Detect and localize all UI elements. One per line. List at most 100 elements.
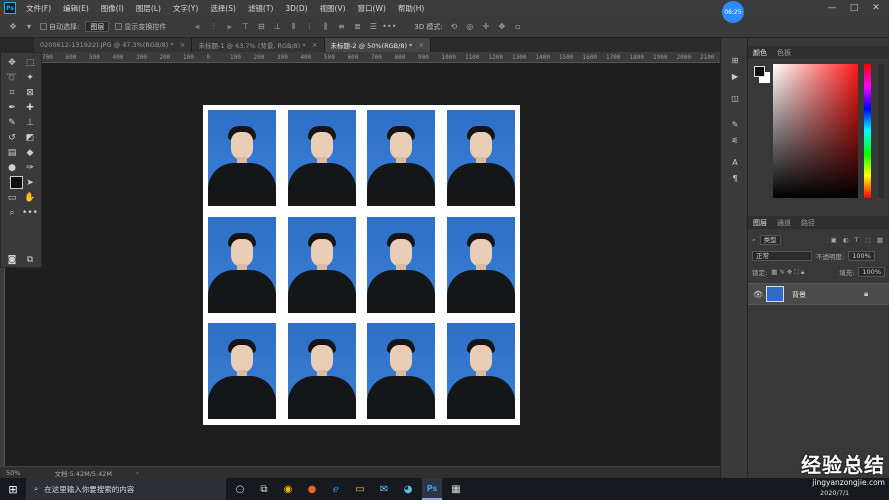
tab-color[interactable]: 颜色: [753, 48, 767, 58]
align-center-icon[interactable]: ⫶: [208, 22, 218, 32]
blur-icon[interactable]: ◆: [23, 146, 37, 160]
menu-window[interactable]: 窗口(W): [352, 3, 392, 14]
tab-untitled-1[interactable]: 未标题-1 @ 63.7% (背景, RGB/8) * ×: [192, 38, 325, 52]
close-icon[interactable]: ×: [418, 41, 424, 49]
menu-view[interactable]: 视图(V): [314, 3, 352, 14]
more-icon[interactable]: •••: [22, 206, 38, 220]
tab-document-jpg[interactable]: 0200612-131922).JPG @ 47.3%(RGB/8) * ×: [34, 38, 193, 52]
zoom-icon[interactable]: ⌕: [5, 206, 19, 220]
tab-layers[interactable]: 图层: [753, 218, 767, 228]
character-icon[interactable]: A: [729, 156, 741, 168]
marquee-icon[interactable]: ⬚: [23, 56, 37, 70]
photoshop-taskbar-icon[interactable]: Ps: [422, 478, 442, 500]
history-brush-icon[interactable]: ↺: [5, 131, 19, 145]
chevron-right-icon[interactable]: ›: [136, 469, 139, 477]
healing-icon[interactable]: ✚: [23, 101, 37, 115]
maximize-button[interactable]: □: [844, 0, 864, 16]
stamp-icon[interactable]: ⊥: [23, 116, 37, 130]
distribute-left-icon[interactable]: ⦀: [288, 22, 298, 32]
windows-start-icon[interactable]: ⊞: [0, 478, 26, 500]
menu-edit[interactable]: 编辑(E): [57, 3, 95, 14]
minimize-button[interactable]: —: [822, 0, 842, 16]
rectangle-icon[interactable]: ▭: [5, 191, 19, 205]
3d-scale-icon[interactable]: ▫: [513, 22, 523, 32]
auto-select-checkbox[interactable]: 自动选择:: [40, 22, 79, 32]
menu-3d[interactable]: 3D(D): [279, 4, 313, 13]
tab-swatches[interactable]: 色板: [777, 48, 791, 58]
panel-scrollbar[interactable]: [878, 64, 884, 198]
tab-paths[interactable]: 路径: [801, 218, 815, 228]
hand-icon[interactable]: ✋: [23, 191, 37, 205]
align-left-icon[interactable]: ⫷: [192, 22, 202, 32]
close-icon[interactable]: ×: [312, 41, 318, 49]
mail-icon[interactable]: ✉: [374, 478, 394, 500]
3d-pan-icon[interactable]: ✛: [481, 22, 491, 32]
distribute-top-icon[interactable]: ≡: [336, 22, 346, 32]
layer-filter-dropdown[interactable]: 类型: [759, 235, 781, 245]
align-bottom-icon[interactable]: ⊥: [272, 22, 282, 32]
align-right-icon[interactable]: ⫸: [224, 22, 234, 32]
properties-icon[interactable]: ⚟: [729, 134, 741, 146]
brush-icon[interactable]: ✎: [5, 116, 19, 130]
menu-type[interactable]: 文字(Y): [167, 3, 204, 14]
menu-file[interactable]: 文件(F): [20, 3, 57, 14]
distribute-middle-icon[interactable]: ≣: [352, 22, 362, 32]
lock-icons[interactable]: ▦ ✎ ✥ ⛶ 🔒︎: [771, 268, 804, 277]
menu-layer[interactable]: 图层(L): [130, 3, 167, 14]
opacity-field[interactable]: 100%: [848, 251, 875, 261]
gradient-icon[interactable]: ▤: [5, 146, 19, 160]
pen-icon[interactable]: ✑: [23, 161, 37, 175]
show-transform-checkbox[interactable]: 显示变换控件: [115, 22, 166, 32]
move-icon[interactable]: ✥: [5, 56, 19, 70]
task-view-icon[interactable]: ⧉: [254, 478, 274, 500]
paragraph-icon[interactable]: ¶: [729, 172, 741, 184]
lasso-icon[interactable]: ➰: [5, 71, 19, 85]
taskbar-search-box[interactable]: ⌕ 在这里输入你要搜索的内容: [26, 478, 226, 500]
browser-icon[interactable]: ●: [302, 478, 322, 500]
color-picker-field[interactable]: [773, 64, 858, 198]
menu-filter[interactable]: 滤镜(T): [242, 3, 279, 14]
menu-help[interactable]: 帮助(H): [392, 3, 431, 14]
cortana-icon[interactable]: ○: [230, 478, 250, 500]
color-panel-foreground[interactable]: [754, 66, 765, 77]
blend-mode-dropdown[interactable]: 正常: [752, 251, 812, 261]
fill-field[interactable]: 100%: [858, 267, 885, 277]
tab-channels[interactable]: 通道: [777, 218, 791, 228]
align-top-icon[interactable]: ⊤: [240, 22, 250, 32]
3d-slide-icon[interactable]: ✥: [497, 22, 507, 32]
crop-icon[interactable]: ⌗: [5, 86, 19, 100]
quick-mask-icon[interactable]: ◙: [5, 253, 19, 267]
distribute-center-icon[interactable]: ⦙: [304, 22, 314, 32]
document-canvas[interactable]: [203, 105, 520, 425]
tab-untitled-2[interactable]: 未标题-2 @ 50%(RGB/8) * ×: [324, 38, 432, 52]
foreground-color-swatch[interactable]: [10, 176, 23, 189]
distribute-right-icon[interactable]: ⫼: [320, 22, 330, 32]
dodge-icon[interactable]: ●: [5, 161, 19, 175]
chrome-icon[interactable]: ◉: [278, 478, 298, 500]
eraser-icon[interactable]: ◩: [23, 131, 37, 145]
menu-select[interactable]: 选择(S): [204, 3, 242, 14]
zoom-level[interactable]: 50%: [6, 469, 20, 477]
magic-wand-icon[interactable]: ✦: [23, 71, 37, 85]
play-icon[interactable]: ▶: [729, 70, 741, 82]
more-options-icon[interactable]: •••: [382, 22, 396, 32]
chevron-down-icon[interactable]: ▾: [24, 22, 34, 32]
eye-icon[interactable]: 👁︎: [753, 290, 763, 299]
filter-icons[interactable]: ▣ ◐ T ⬚ ▦: [831, 236, 885, 244]
auto-select-dropdown[interactable]: 图层: [85, 21, 110, 32]
path-select-icon[interactable]: ➤: [23, 176, 37, 190]
distribute-bottom-icon[interactable]: ☰: [368, 22, 378, 32]
close-window-button[interactable]: ✕: [866, 0, 886, 16]
3d-roll-icon[interactable]: ◎: [465, 22, 475, 32]
close-icon[interactable]: ×: [180, 41, 186, 49]
3d-orbit-icon[interactable]: ⟲: [449, 22, 459, 32]
app-icon[interactable]: ◕: [398, 478, 418, 500]
align-middle-icon[interactable]: ⊟: [256, 22, 266, 32]
move-tool-preset-icon[interactable]: ✥: [8, 22, 18, 32]
screen-mode-icon[interactable]: ⧉: [23, 253, 37, 267]
eyedropper-icon[interactable]: ✒: [5, 101, 19, 115]
hue-slider[interactable]: [864, 64, 871, 198]
history-icon[interactable]: ⊞: [729, 54, 741, 66]
brush-settings-icon[interactable]: ✎: [729, 118, 741, 130]
frame-icon[interactable]: ⊠: [23, 86, 37, 100]
